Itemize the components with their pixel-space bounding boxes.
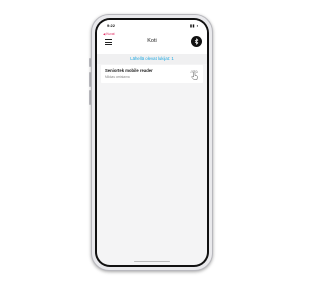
lock-status: Mikkas omistama [105,75,130,79]
nearby-readers-label: Lähellä olevat lukijat: 1 [97,54,207,64]
touch-tap-icon[interactable] [189,68,199,86]
phone-frame: 9:22 ▮▮ ◗ ◀ Kuvat Koti Lähellä olevat lu… [91,14,213,271]
canvas: 9:22 ▮▮ ◗ ◀ Kuvat Koti Lähellä olevat lu… [0,0,300,300]
lock-card[interactable]: Seniortek mobile reader Mikkas omistama [101,65,203,83]
lock-name: Seniortek mobile reader [105,68,153,73]
status-time: 9:22 [107,23,116,28]
app-header: ◀ Kuvat Koti [97,31,207,54]
status-icons: ▮▮ ◗ [189,23,199,28]
back-to-app-link[interactable]: ◀ Kuvat [103,32,115,36]
app-screen: 9:22 ▮▮ ◗ ◀ Kuvat Koti Lähellä olevat lu… [97,20,207,265]
status-bar: 9:22 ▮▮ ◗ [97,20,207,31]
home-indicator[interactable] [134,260,170,262]
bluetooth-icon [194,38,199,45]
bluetooth-button[interactable] [191,36,202,47]
